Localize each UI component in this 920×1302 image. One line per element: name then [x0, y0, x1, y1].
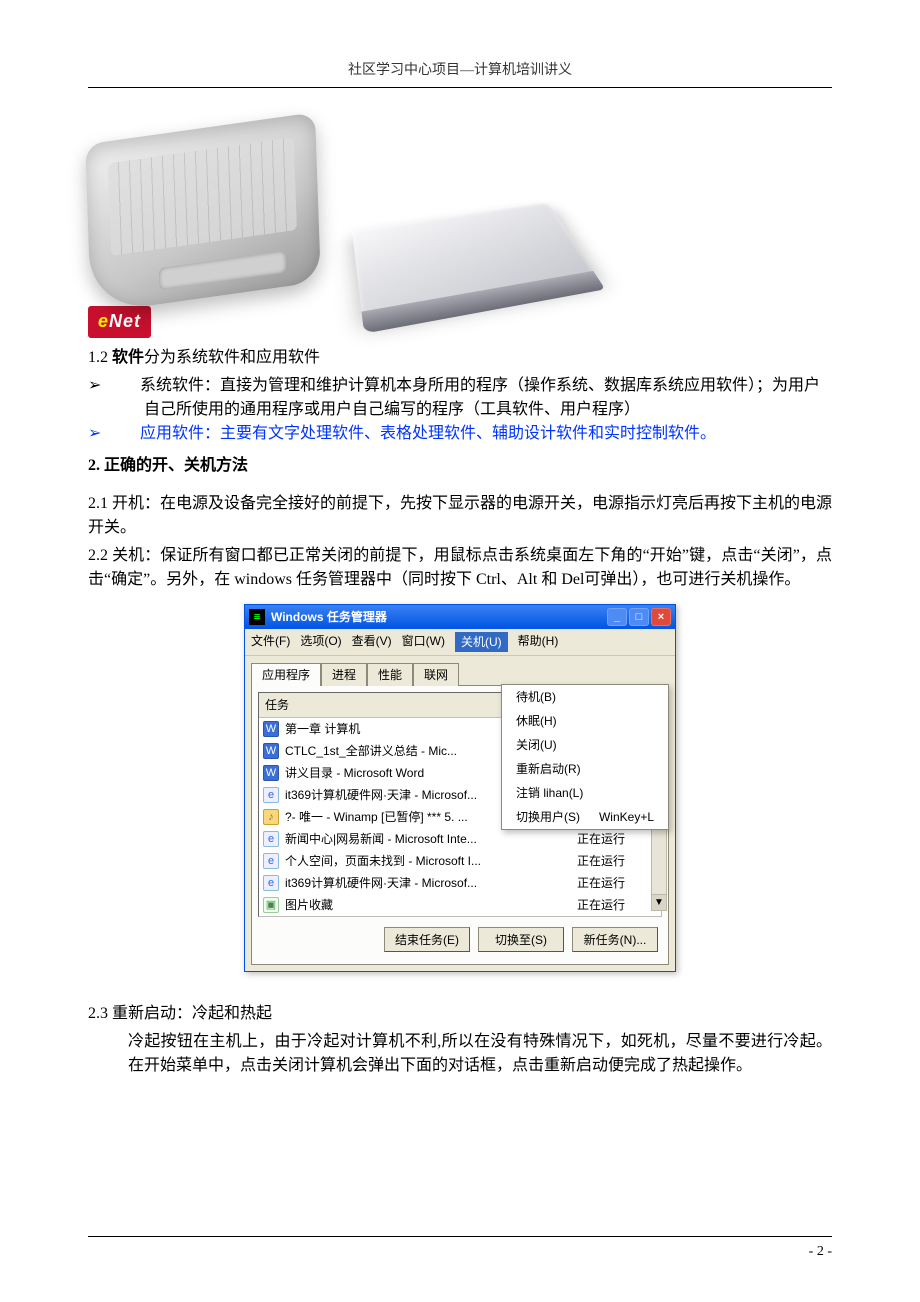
- menu-item[interactable]: 选项(O): [300, 632, 341, 652]
- ie-icon: e: [263, 787, 279, 803]
- shutdown-menu-item[interactable]: 待机(B): [502, 685, 668, 709]
- shutdown-menu-item[interactable]: 重新启动(R): [502, 757, 668, 781]
- keyboard-icon: [85, 112, 321, 313]
- end-task-button[interactable]: 结束任务(E): [384, 927, 470, 952]
- task-manager-window: ≡ Windows 任务管理器 _ □ × 文件(F) 选项(O) 查看(V) 窗口(…: [244, 604, 676, 972]
- menu-item[interactable]: 关机(U): [455, 632, 508, 652]
- task-status: 正在运行: [577, 874, 657, 892]
- button-row: 结束任务(E) 切换至(S) 新任务(N)...: [258, 917, 662, 954]
- section-2-1: 2.1 开机：在电源及设备完全接好的前提下，先按下显示器的电源开关，电源指示灯亮…: [88, 492, 832, 540]
- page-footer: - 2 -: [88, 1236, 832, 1262]
- enet-badge: eNet: [88, 306, 151, 338]
- triangle-bullet-icon: ➢: [116, 374, 136, 398]
- table-row[interactable]: e 个人空间，页面未找到 - Microsoft I... 正在运行: [259, 850, 661, 872]
- menu-bar: 文件(F) 选项(O) 查看(V) 窗口(W) 关机(U) 帮助(H): [245, 629, 675, 656]
- word-icon: W: [263, 743, 279, 759]
- titlebar[interactable]: ≡ Windows 任务管理器 _ □ ×: [245, 605, 675, 629]
- pic-icon: ▣: [263, 897, 279, 913]
- section-2-3-title: 2.3 重新启动：冷起和热起: [88, 1002, 832, 1026]
- hardware-images: eNet: [88, 128, 832, 338]
- task-label: 新闻中心|网易新闻 - Microsoft Inte...: [285, 830, 571, 848]
- section-1-2-heading: 1.2 软件分为系统软件和应用软件: [88, 346, 832, 370]
- shortcut-label: WinKey+L: [599, 808, 654, 826]
- menu-item[interactable]: 查看(V): [352, 632, 392, 652]
- section-2-3-body: 冷起按钮在主机上，由于冷起对计算机不利,所以在没有特殊情况下，如死机，尽量不要进…: [88, 1030, 832, 1078]
- tab-1[interactable]: 进程: [321, 663, 367, 686]
- section-2-heading: 2. 正确的开、关机方法: [88, 454, 832, 478]
- scanner-icon: [352, 202, 598, 320]
- triangle-bullet-icon: ➢: [116, 422, 136, 446]
- tab-3[interactable]: 联网: [413, 663, 459, 686]
- amp-icon: ♪: [263, 809, 279, 825]
- task-status: 正在运行: [577, 830, 657, 848]
- keyboard-image: eNet: [88, 128, 318, 338]
- scroll-down-icon[interactable]: ▼: [652, 894, 666, 910]
- bullet-system-software: ➢ 系统软件：直接为管理和维护计算机本身所用的程序（操作系统、数据库系统应用软件…: [88, 374, 832, 422]
- shutdown-menu-item[interactable]: 休眠(H): [502, 709, 668, 733]
- scanner-image: [358, 188, 578, 338]
- menu-item[interactable]: 文件(F): [251, 632, 290, 652]
- ie-icon: e: [263, 831, 279, 847]
- task-label: 个人空间，页面未找到 - Microsoft I...: [285, 852, 571, 870]
- tab-0[interactable]: 应用程序: [251, 663, 321, 686]
- new-task-button[interactable]: 新任务(N)...: [572, 927, 658, 952]
- menu-item[interactable]: 窗口(W): [402, 632, 445, 652]
- shutdown-menu-item[interactable]: 注销 lihan(L): [502, 781, 668, 805]
- page-header: 社区学习中心项目—计算机培训讲义: [88, 60, 832, 88]
- minimize-button[interactable]: _: [607, 608, 627, 626]
- enet-rest: Net: [109, 311, 141, 331]
- menu-item[interactable]: 帮助(H): [518, 632, 559, 652]
- word-icon: W: [263, 765, 279, 781]
- task-status: 正在运行: [577, 896, 657, 914]
- bullet-application-software: ➢ 应用软件：主要有文字处理软件、表格处理软件、辅助设计软件和实时控制软件。: [88, 422, 832, 446]
- section-2-2: 2.2 关机：保证所有窗口都已正常关闭的前提下，用鼠标点击系统桌面左下角的“开始…: [88, 544, 832, 592]
- titlebar-text: Windows 任务管理器: [271, 608, 607, 626]
- shutdown-menu-item[interactable]: 关闭(U): [502, 733, 668, 757]
- table-row[interactable]: ▣ 图片收藏正在运行: [259, 894, 661, 916]
- page-header-title: 社区学习中心项目—计算机培训讲义: [348, 63, 572, 78]
- task-label: it369计算机硬件网·天津 - Microsof...: [285, 874, 571, 892]
- task-label: 图片收藏: [285, 896, 571, 914]
- table-row[interactable]: e it369计算机硬件网·天津 - Microsof... 正在运行: [259, 872, 661, 894]
- taskmgr-icon: ≡: [249, 609, 265, 625]
- task-status: 正在运行: [577, 852, 657, 870]
- switch-to-button[interactable]: 切换至(S): [478, 927, 564, 952]
- shutdown-menu-item[interactable]: 切换用户(S)WinKey+L: [502, 805, 668, 829]
- maximize-button[interactable]: □: [629, 608, 649, 626]
- shutdown-menu: 待机(B)休眠(H)关闭(U)重新启动(R)注销 lihan(L)切换用户(S)…: [501, 684, 669, 830]
- ie-icon: e: [263, 853, 279, 869]
- table-row[interactable]: e 新闻中心|网易新闻 - Microsoft Inte... 正在运行: [259, 828, 661, 850]
- ie-icon: e: [263, 875, 279, 891]
- enet-e: e: [98, 311, 109, 331]
- word-icon: W: [263, 721, 279, 737]
- close-button[interactable]: ×: [651, 608, 671, 626]
- page-number: - 2 -: [809, 1244, 832, 1259]
- tab-2[interactable]: 性能: [367, 663, 413, 686]
- tab-strip: 应用程序进程性能联网: [251, 662, 669, 685]
